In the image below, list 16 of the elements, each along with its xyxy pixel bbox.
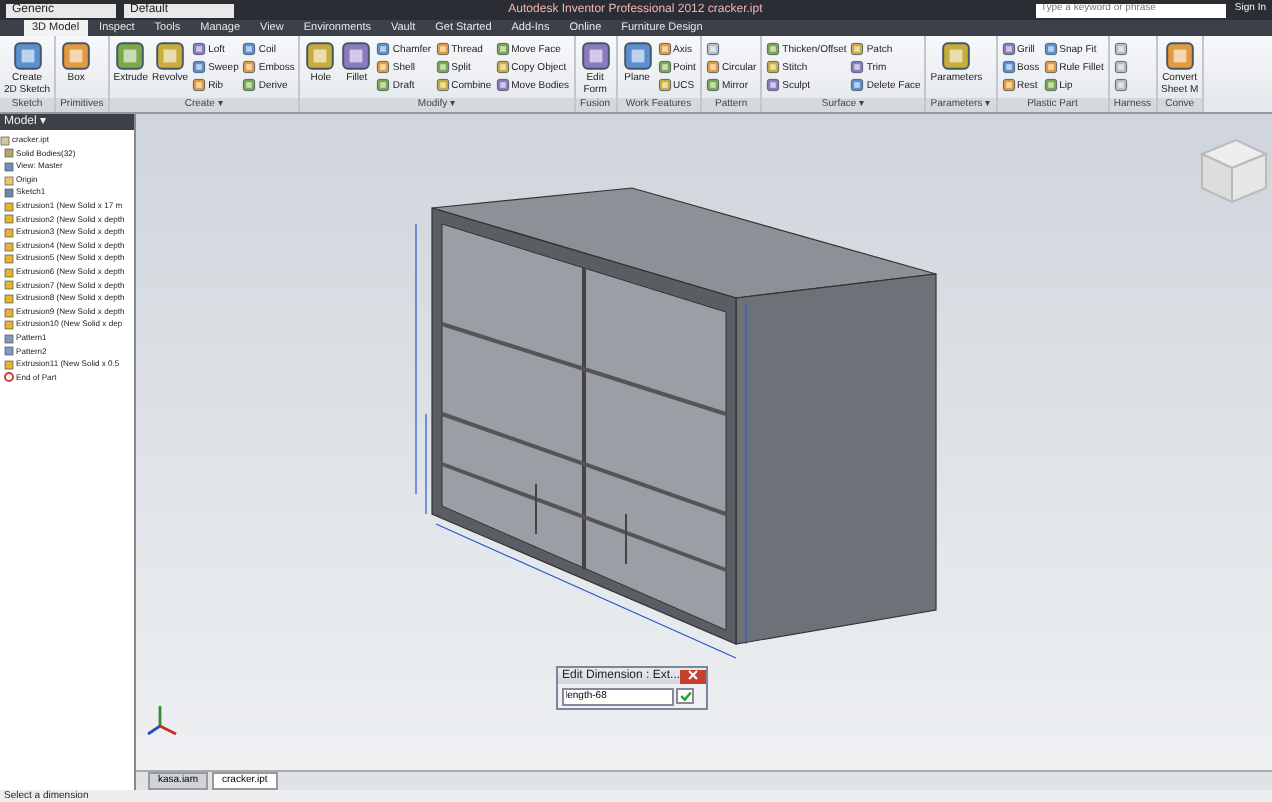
ok-button[interactable] — [676, 688, 694, 704]
checkmark-icon — [679, 690, 691, 703]
tool-icon — [621, 40, 654, 72]
tool-icon — [114, 40, 147, 72]
tool-icon — [154, 40, 187, 72]
close-icon — [688, 670, 699, 681]
tool-icon — [11, 40, 44, 72]
tool-icon — [940, 40, 973, 72]
tool-icon — [579, 40, 612, 72]
tool-icon — [1163, 40, 1196, 72]
tool-icon — [60, 40, 93, 72]
tool-icon — [340, 40, 373, 72]
tool-icon — [304, 40, 337, 72]
axis-triad-icon — [147, 706, 177, 736]
close-button[interactable] — [680, 669, 706, 683]
stop-icon — [4, 372, 14, 383]
